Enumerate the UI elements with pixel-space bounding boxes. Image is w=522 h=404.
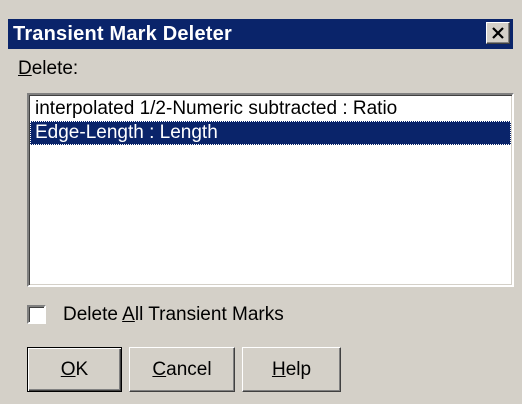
cancel-rest: ancel: [166, 359, 212, 380]
delete-label-mnemonic: D: [18, 58, 32, 79]
delete-all-label-mnemonic: A: [122, 304, 135, 325]
ok-button[interactable]: OK: [27, 347, 122, 392]
list-item[interactable]: interpolated 1/2-Numeric subtracted : Ra…: [30, 97, 511, 121]
title-bar[interactable]: Transient Mark Deleter: [8, 19, 513, 49]
transient-mark-deleter-dialog: Transient Mark Deleter Delete: interpola…: [0, 0, 522, 404]
help-rest: elp: [285, 359, 312, 380]
delete-label: Delete:: [18, 58, 78, 80]
help-mnemonic: H: [271, 359, 286, 380]
cancel-mnemonic: C: [152, 359, 167, 380]
close-icon: [492, 27, 504, 39]
delete-all-label-rest: ll Transient Marks: [134, 304, 284, 325]
ok-mnemonic: O: [60, 359, 76, 380]
ok-rest: K: [75, 359, 89, 380]
help-button[interactable]: Help: [242, 347, 341, 392]
delete-label-rest: elete:: [31, 58, 79, 79]
list-item-selected[interactable]: Edge-Length : Length: [30, 121, 511, 145]
delete-all-checkbox[interactable]: [27, 305, 46, 324]
window-title: Transient Mark Deleter: [13, 23, 232, 45]
delete-all-label-pre: Delete: [63, 304, 123, 325]
cancel-button[interactable]: Cancel: [129, 347, 235, 392]
marks-listbox[interactable]: interpolated 1/2-Numeric subtracted : Ra…: [27, 93, 514, 287]
close-button[interactable]: [486, 22, 510, 44]
delete-all-label[interactable]: Delete All Transient Marks: [63, 303, 284, 327]
